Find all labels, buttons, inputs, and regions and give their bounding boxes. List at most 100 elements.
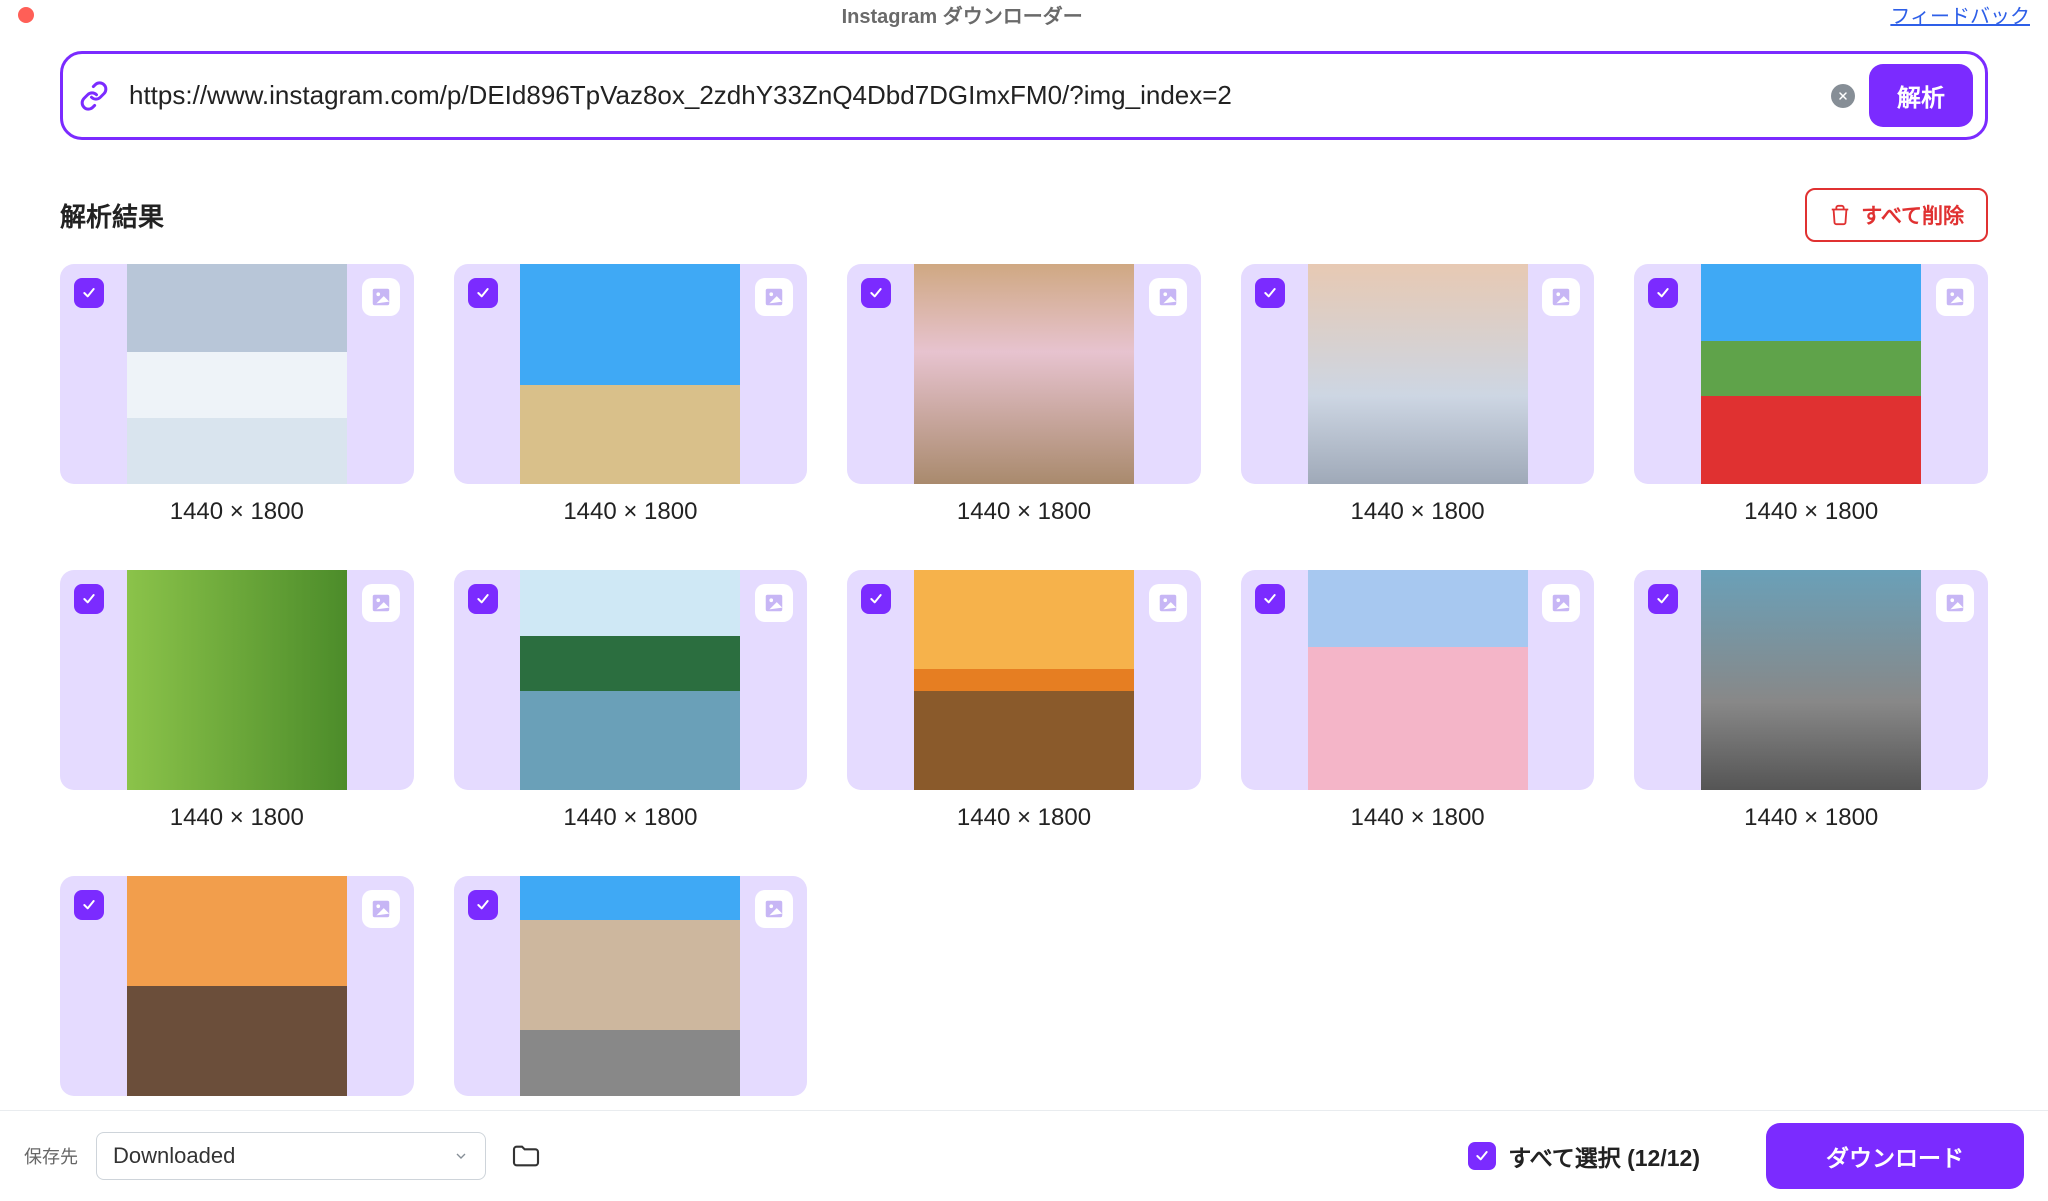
dimension-label: 1440 × 1800 [1241, 804, 1595, 832]
thumbnail[interactable] [847, 264, 1201, 484]
thumbnail[interactable] [60, 876, 414, 1096]
item-checkbox[interactable] [861, 584, 891, 614]
result-card: 1440 × 1800 [1634, 264, 1988, 526]
thumbnail[interactable] [1241, 264, 1595, 484]
image-icon [370, 898, 392, 920]
thumbnail[interactable] [1241, 570, 1595, 790]
item-checkbox[interactable] [74, 890, 104, 920]
check-icon [81, 897, 97, 913]
thumbnail-image [1308, 264, 1528, 484]
link-icon [75, 81, 113, 111]
media-type-badge [1542, 278, 1580, 316]
image-icon [1157, 592, 1179, 614]
check-icon [868, 285, 884, 301]
image-icon [370, 286, 392, 308]
item-checkbox[interactable] [74, 278, 104, 308]
check-icon [475, 897, 491, 913]
thumbnail[interactable] [60, 570, 414, 790]
thumbnail-image [520, 876, 740, 1096]
check-icon [1474, 1148, 1490, 1164]
item-checkbox[interactable] [1255, 278, 1285, 308]
url-input-row: 解析 [60, 51, 1988, 140]
dimension-label: 1440 × 1800 [454, 804, 808, 832]
result-card: 1440 × 1800 [60, 570, 414, 832]
result-card: 1440 × 1800 [60, 264, 414, 526]
result-card: 1440 × 1800 [847, 570, 1201, 832]
check-icon [81, 591, 97, 607]
dimension-label: 1440 × 1800 [1634, 498, 1988, 526]
image-icon [1157, 286, 1179, 308]
window-close-dot[interactable] [18, 7, 34, 23]
dimension-label: 1440 × 1800 [847, 804, 1201, 832]
page-title: Instagram ダウンローダー [842, 0, 1083, 29]
dimension-label: 1440 × 1800 [847, 498, 1201, 526]
clear-input-button[interactable] [1831, 84, 1855, 108]
check-icon [475, 285, 491, 301]
delete-all-button[interactable]: すべて削除 [1805, 188, 1988, 242]
thumbnail-image [1308, 570, 1528, 790]
item-checkbox[interactable] [1648, 584, 1678, 614]
delete-all-label: すべて削除 [1861, 200, 1964, 230]
url-input[interactable] [127, 79, 1817, 112]
thumbnail-image [520, 264, 740, 484]
thumbnail-image [1701, 264, 1921, 484]
check-icon [868, 591, 884, 607]
thumbnail-image [914, 264, 1134, 484]
analyze-button[interactable]: 解析 [1869, 64, 1973, 127]
media-type-badge [755, 890, 793, 928]
result-card: 1440 × 1800 [454, 264, 808, 526]
thumbnail[interactable] [60, 264, 414, 484]
image-icon [370, 592, 392, 614]
result-card: 1440 × 1800 [847, 264, 1201, 526]
destination-value: Downloaded [113, 1143, 235, 1169]
thumbnail[interactable] [1634, 264, 1988, 484]
item-checkbox[interactable] [468, 890, 498, 920]
dimension-label: 1440 × 1800 [454, 498, 808, 526]
item-checkbox[interactable] [74, 584, 104, 614]
image-icon [1550, 592, 1572, 614]
result-card: 1440 × 1800 [1634, 570, 1988, 832]
thumbnail-image [914, 570, 1134, 790]
download-button[interactable]: ダウンロード [1766, 1123, 2024, 1189]
item-checkbox[interactable] [861, 278, 891, 308]
trash-icon [1829, 204, 1851, 226]
thumbnail[interactable] [847, 570, 1201, 790]
open-folder-button[interactable] [504, 1139, 548, 1173]
media-type-badge [1936, 584, 1974, 622]
item-checkbox[interactable] [1255, 584, 1285, 614]
thumbnail[interactable] [454, 264, 808, 484]
media-type-badge [1149, 278, 1187, 316]
item-checkbox[interactable] [1648, 278, 1678, 308]
thumbnail-image [520, 570, 740, 790]
media-type-badge [755, 584, 793, 622]
dimension-label: 1440 × 1800 [60, 498, 414, 526]
select-all-checkbox[interactable] [1468, 1142, 1496, 1170]
result-card: 1440 × 1800 [1241, 264, 1595, 526]
results-title: 解析結果 [60, 197, 164, 234]
thumbnail-image [1701, 570, 1921, 790]
thumbnail[interactable] [454, 570, 808, 790]
bottom-bar: 保存先 Downloaded すべて選択 (12/12) ダウンロード [0, 1110, 2048, 1201]
check-icon [475, 591, 491, 607]
check-icon [1655, 285, 1671, 301]
result-card: 1440 × 1800 [454, 876, 808, 1138]
destination-select[interactable]: Downloaded [96, 1132, 486, 1180]
image-icon [1944, 592, 1966, 614]
media-type-badge [1149, 584, 1187, 622]
image-icon [763, 286, 785, 308]
dimension-label: 1440 × 1800 [1241, 498, 1595, 526]
check-icon [1655, 591, 1671, 607]
thumbnail[interactable] [454, 876, 808, 1096]
close-icon [1837, 90, 1849, 102]
item-checkbox[interactable] [468, 278, 498, 308]
thumbnail-image [127, 570, 347, 790]
feedback-link[interactable]: フィードバック [1890, 0, 2030, 29]
select-all-label: すべて選択 (12/12) [1508, 1139, 1700, 1173]
item-checkbox[interactable] [468, 584, 498, 614]
thumbnail[interactable] [1634, 570, 1988, 790]
thumbnail-image [127, 876, 347, 1096]
dimension-label: 1440 × 1800 [60, 804, 414, 832]
result-card: 1440 × 1800 [454, 570, 808, 832]
chevron-down-icon [453, 1148, 469, 1164]
save-destination-label: 保存先 [24, 1143, 78, 1169]
